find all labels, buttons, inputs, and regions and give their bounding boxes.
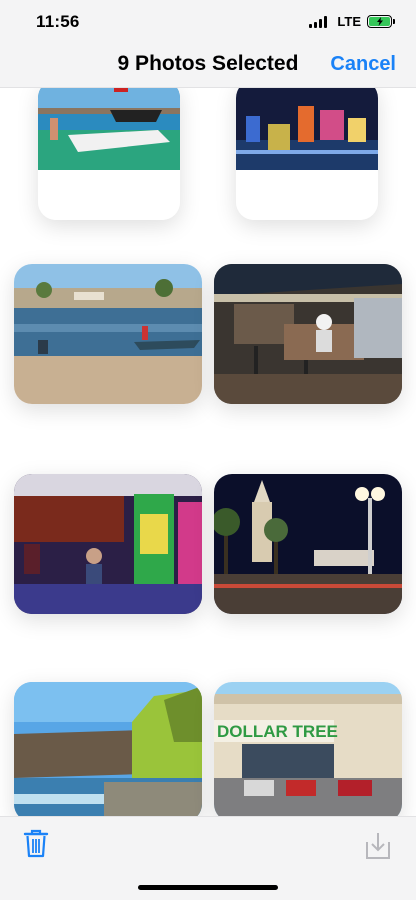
photo-tile-casino[interactable] bbox=[14, 474, 202, 614]
photo-tile-river[interactable] bbox=[14, 682, 202, 816]
bar-interior-photo bbox=[214, 264, 402, 404]
casino-slot-machines-photo bbox=[14, 474, 202, 614]
save-to-files-icon[interactable] bbox=[364, 831, 392, 861]
photo-tile-night-tower[interactable] bbox=[214, 474, 402, 614]
status-bar: 11:56 LTE bbox=[0, 0, 416, 44]
photo-tile-boat[interactable] bbox=[38, 88, 180, 220]
charging-bolt-icon bbox=[376, 17, 383, 26]
city-skyline-night-photo bbox=[236, 88, 378, 220]
beach-river-photo bbox=[14, 264, 202, 404]
dollar-tree-storefront-photo: DOLLAR TREE bbox=[214, 682, 402, 816]
photo-tile-dollar-tree[interactable]: DOLLAR TREE bbox=[214, 682, 402, 816]
navigation-bar: 9 Photos Selected Cancel bbox=[0, 44, 416, 88]
bottom-toolbar bbox=[0, 816, 416, 900]
network-type: LTE bbox=[337, 14, 361, 29]
trash-icon[interactable] bbox=[22, 827, 50, 859]
palm-trees-night-tower-photo bbox=[214, 474, 402, 614]
photo-grid[interactable]: DOLLAR TREE bbox=[0, 88, 416, 816]
photo-tile-city[interactable] bbox=[236, 88, 378, 220]
cancel-button[interactable]: Cancel bbox=[330, 53, 396, 76]
battery-icon bbox=[367, 15, 395, 28]
river-cliff-landscape-photo bbox=[14, 682, 202, 816]
home-indicator[interactable] bbox=[138, 885, 278, 890]
photo-tile-beach[interactable] bbox=[14, 264, 202, 404]
cellular-signal-icon bbox=[309, 15, 328, 28]
boat-on-lake-photo bbox=[38, 88, 180, 220]
photo-tile-bar[interactable] bbox=[214, 264, 402, 404]
status-indicators: LTE bbox=[309, 14, 395, 29]
battery-charging-fill bbox=[369, 17, 390, 26]
store-sign-text: DOLLAR TREE bbox=[217, 722, 338, 741]
status-time: 11:56 bbox=[36, 12, 80, 31]
